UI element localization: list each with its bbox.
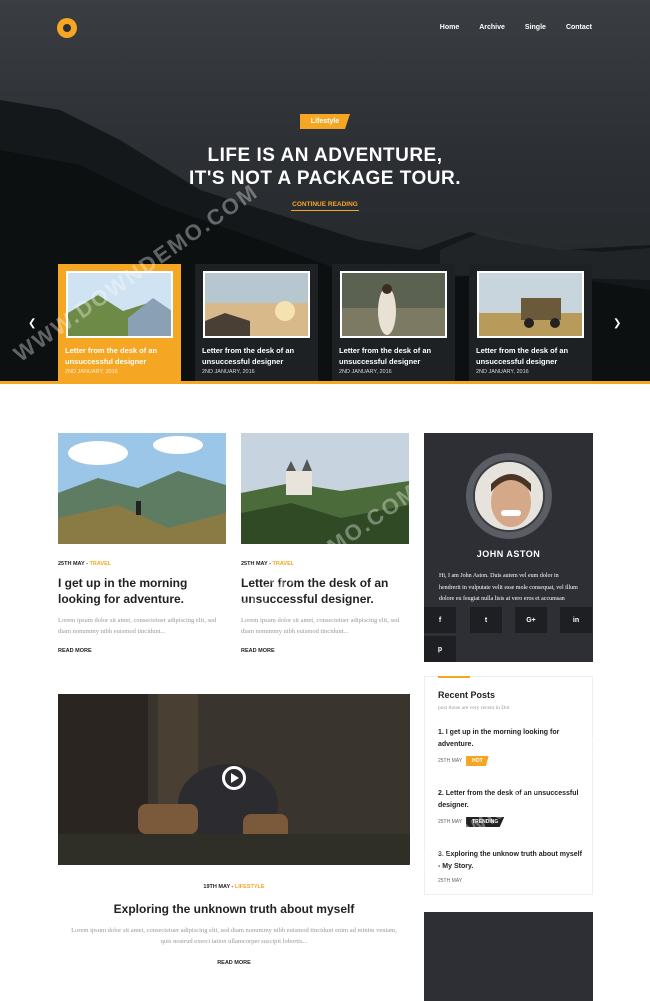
post-date: 25TH MAY bbox=[241, 561, 268, 567]
nav-contact[interactable]: Contact bbox=[566, 24, 592, 31]
continue-reading-link[interactable]: CONTINUE READING bbox=[291, 201, 359, 211]
avatar bbox=[466, 453, 552, 539]
recent-post-title[interactable]: 1. I get up in the morning looking for a… bbox=[438, 727, 583, 750]
post-image[interactable] bbox=[58, 433, 226, 544]
slider-card[interactable]: Letter from the desk of an unsuccessful … bbox=[58, 264, 181, 383]
hero-section: Home Archive Single Contact Lifestyle LI… bbox=[0, 0, 650, 383]
slider-thumbnail bbox=[66, 271, 173, 338]
author-bio: Hi, I am John Aston. Duis autem vel eum … bbox=[439, 573, 578, 602]
post-meta: 19TH MAY - LIFESTYLE bbox=[58, 884, 410, 890]
recent-post-item[interactable]: 3. Exploring the unknow truth about myse… bbox=[438, 849, 583, 884]
post-excerpt: Lorem ipsum dolor sit amet, consectetuer… bbox=[58, 617, 217, 635]
post-excerpt: Lorem ipsum dolor sit amet, consectetuer… bbox=[71, 927, 397, 945]
read-more-link[interactable]: READ MORE bbox=[58, 648, 226, 654]
twitter-icon[interactable]: t bbox=[470, 607, 502, 633]
main-nav: Home Archive Single Contact bbox=[440, 24, 592, 31]
recent-post-date: 25TH MAY bbox=[438, 758, 463, 764]
post-meta: 25TH MAY - TRAVEL bbox=[58, 561, 226, 567]
recent-post-title[interactable]: 3. Exploring the unknow truth about myse… bbox=[438, 849, 583, 872]
slider-date: 2ND JANUARY, 2016 bbox=[202, 369, 255, 375]
nav-single[interactable]: Single bbox=[525, 24, 546, 31]
post-card: 25TH MAY - TRAVEL Letter from the desk o… bbox=[241, 433, 409, 654]
recent-post-date: 25TH MAY bbox=[438, 819, 463, 825]
hero-headline-line2: IT'S NOT A PACKAGE TOUR. bbox=[189, 168, 461, 189]
post-meta: 25TH MAY - TRAVEL bbox=[241, 561, 409, 567]
hero-category-tag[interactable]: Lifestyle bbox=[300, 114, 350, 129]
slider-card[interactable]: Letter from the desk of an unsuccessful … bbox=[469, 264, 592, 383]
nav-archive[interactable]: Archive bbox=[479, 24, 505, 31]
video-thumbnail[interactable] bbox=[58, 694, 410, 865]
nav-home[interactable]: Home bbox=[440, 24, 459, 31]
slider-date: 2ND JANUARY, 2016 bbox=[339, 369, 392, 375]
post-category[interactable]: TRAVEL bbox=[273, 561, 295, 567]
hero-divider bbox=[0, 381, 650, 384]
hero-headline-line1: LIFE IS AN ADVENTURE, bbox=[207, 145, 443, 166]
slider-title: Letter from the desk of an unsuccessful … bbox=[202, 346, 295, 366]
widget-accent-bar bbox=[438, 676, 470, 678]
post-title[interactable]: Letter from the desk of an unsuccessful … bbox=[241, 575, 409, 607]
read-more-link[interactable]: READ MORE bbox=[241, 648, 409, 654]
sidebar-widget-dark bbox=[424, 912, 593, 1001]
chevron-right-icon[interactable]: ❯ bbox=[613, 318, 621, 329]
post-date: 25TH MAY bbox=[58, 561, 85, 567]
post-date: 19TH MAY bbox=[203, 884, 231, 890]
slider-thumbnail bbox=[203, 271, 310, 338]
slider-thumbnail bbox=[340, 271, 447, 338]
slider-title: Letter from the desk of an unsuccessful … bbox=[65, 346, 158, 366]
slider-title: Letter from the desk of an unsuccessful … bbox=[339, 346, 432, 366]
slider-date: 2ND JANUARY, 2016 bbox=[65, 369, 118, 375]
slider-card[interactable]: Letter from the desk of an unsuccessful … bbox=[332, 264, 455, 383]
logo-icon[interactable] bbox=[57, 18, 77, 38]
post-card: 25TH MAY - TRAVEL I get up in the mornin… bbox=[58, 433, 226, 654]
recent-post-date: 25TH MAY bbox=[438, 878, 463, 884]
author-widget: JOHN ASTON Hi, I am John Aston. Duis aut… bbox=[424, 433, 593, 662]
widget-subtitle: post those are very recent in Dot bbox=[438, 705, 510, 711]
post-excerpt: Lorem ipsum dolor sit amet, consectetuer… bbox=[241, 617, 400, 635]
post-image[interactable] bbox=[241, 433, 409, 544]
author-name: JOHN ASTON bbox=[476, 549, 541, 559]
chevron-left-icon[interactable]: ❮ bbox=[28, 318, 36, 329]
linkedin-icon[interactable]: in bbox=[560, 607, 592, 633]
post-category[interactable]: TRAVEL bbox=[90, 561, 112, 567]
recent-post-title[interactable]: 2. Letter from the desk of an unsuccessf… bbox=[438, 788, 583, 811]
slider-thumbnail bbox=[477, 271, 584, 338]
hot-badge: HOT bbox=[466, 756, 489, 766]
read-more-link[interactable]: READ MORE bbox=[58, 960, 410, 966]
post-title[interactable]: Exploring the unknown truth about myself bbox=[58, 901, 410, 917]
google-plus-icon[interactable]: G+ bbox=[515, 607, 547, 633]
post-title[interactable]: I get up in the morning looking for adve… bbox=[58, 575, 226, 607]
slider-date: 2ND JANUARY, 2016 bbox=[476, 369, 529, 375]
post-category[interactable]: LIFESTYLE bbox=[235, 884, 265, 890]
recent-posts-widget: Recent Posts post those are very recent … bbox=[424, 676, 593, 895]
hero-headline: LIFE IS AN ADVENTURE, IT'S NOT A PACKAGE… bbox=[0, 144, 650, 190]
recent-post-item[interactable]: 2. Letter from the desk of an unsuccessf… bbox=[438, 788, 583, 827]
trending-badge: TRENDING bbox=[466, 817, 505, 827]
recent-post-item[interactable]: 1. I get up in the morning looking for a… bbox=[438, 727, 583, 766]
play-icon[interactable] bbox=[222, 766, 246, 790]
pinterest-icon[interactable]: p bbox=[424, 636, 456, 662]
slider-card[interactable]: Letter from the desk of an unsuccessful … bbox=[195, 264, 318, 383]
slider-title: Letter from the desk of an unsuccessful … bbox=[476, 346, 569, 366]
facebook-icon[interactable]: f bbox=[424, 607, 456, 633]
widget-title: Recent Posts bbox=[438, 690, 496, 700]
